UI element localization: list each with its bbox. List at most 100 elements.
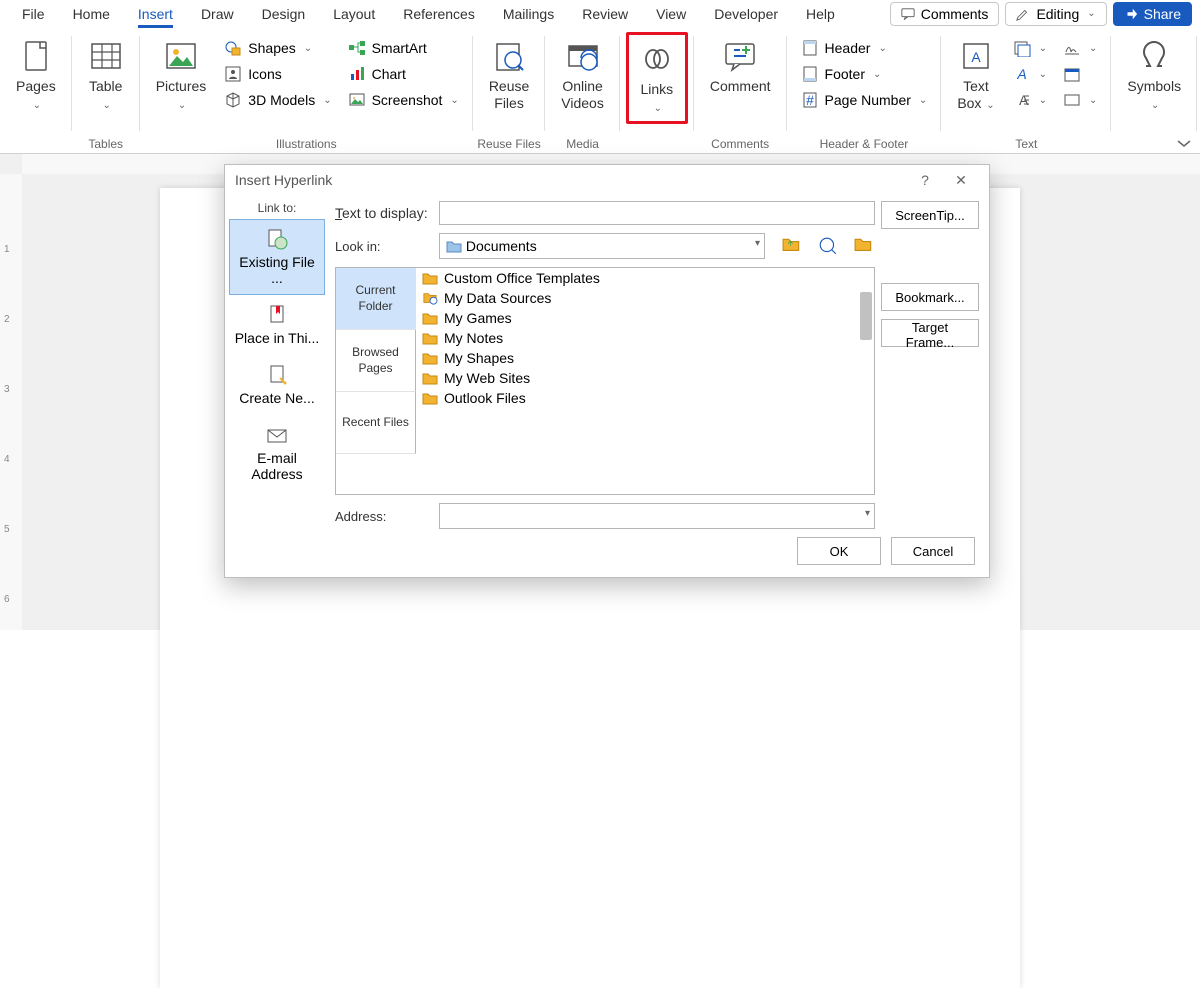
- page-icon: [18, 38, 54, 74]
- address-input[interactable]: ▾: [439, 503, 875, 529]
- browser-tab-recent-files[interactable]: Recent Files: [336, 392, 416, 454]
- share-button[interactable]: Share: [1113, 2, 1192, 26]
- group-label-reuse: Reuse Files: [473, 137, 545, 151]
- reuse-files-icon: [491, 38, 527, 74]
- reuse-files-button[interactable]: Reuse Files: [479, 32, 539, 118]
- browser-tab-browsed-pages[interactable]: Browsed Pages: [336, 330, 416, 392]
- group-label-text: Text: [941, 137, 1111, 151]
- share-icon: [1124, 7, 1138, 21]
- new-page-icon: [266, 364, 288, 386]
- ribbon: Pages⌄ Table⌄ Tables Pictures⌄ Shapes⌄ I…: [0, 28, 1200, 154]
- quick-parts-button[interactable]: ⌄: [1007, 36, 1053, 60]
- object-button[interactable]: ⌄: [1057, 88, 1103, 112]
- lookin-combo[interactable]: Documents ▾: [439, 233, 765, 259]
- pencil-icon: [1016, 7, 1030, 21]
- linkto-existing-file[interactable]: Existing File ...: [229, 219, 325, 295]
- list-item[interactable]: My Notes: [416, 328, 874, 348]
- table-button[interactable]: Table⌄: [78, 32, 134, 118]
- page-number-button[interactable]: #Page Number⌄: [795, 88, 934, 112]
- pictures-button[interactable]: Pictures⌄: [146, 32, 217, 118]
- text-to-display-input[interactable]: [439, 201, 875, 225]
- tab-design[interactable]: Design: [248, 2, 320, 26]
- scrollbar-thumb[interactable]: [860, 292, 872, 340]
- linkto-place-in-doc[interactable]: Place in Thi...: [229, 295, 325, 355]
- omega-icon: [1136, 38, 1172, 74]
- list-item[interactable]: My Web Sites: [416, 368, 874, 388]
- up-folder-button[interactable]: [781, 235, 803, 257]
- signature-button[interactable]: ⌄: [1057, 36, 1103, 60]
- ok-button[interactable]: OK: [797, 537, 881, 565]
- close-button[interactable]: ✕: [943, 172, 979, 189]
- comment-button[interactable]: Comment: [700, 32, 781, 101]
- list-item[interactable]: My Shapes: [416, 348, 874, 368]
- address-label: Address:: [335, 509, 431, 524]
- text-box-button[interactable]: Text Box ⌄: [947, 32, 1004, 118]
- tab-view[interactable]: View: [642, 2, 700, 26]
- header-button[interactable]: Header⌄: [795, 36, 934, 60]
- screenshot-button[interactable]: Screenshot⌄: [342, 88, 465, 112]
- linkto-label: Link to:: [258, 201, 297, 215]
- tab-help[interactable]: Help: [792, 2, 849, 26]
- globe-page-icon: [266, 228, 288, 250]
- lookin-label: Look in:: [335, 239, 431, 254]
- page-number-icon: #: [801, 91, 819, 109]
- tab-file[interactable]: File: [8, 2, 59, 26]
- dialog-titlebar[interactable]: Insert Hyperlink ? ✕: [225, 165, 989, 195]
- shapes-button[interactable]: Shapes⌄: [218, 36, 337, 60]
- icons-button[interactable]: Icons: [218, 62, 337, 86]
- target-frame-button[interactable]: Target Frame...: [881, 319, 979, 347]
- smartart-button[interactable]: SmartArt: [342, 36, 465, 60]
- tab-layout[interactable]: Layout: [319, 2, 389, 26]
- dropcap-icon: A: [1013, 91, 1031, 109]
- tab-developer[interactable]: Developer: [700, 2, 792, 26]
- header-icon: [801, 39, 819, 57]
- date-time-button[interactable]: [1057, 62, 1103, 86]
- wordart-button[interactable]: A⌄: [1007, 62, 1053, 86]
- folder-icon: [422, 271, 438, 285]
- list-item[interactable]: My Games: [416, 308, 874, 328]
- help-button[interactable]: ?: [907, 172, 943, 188]
- pages-button[interactable]: Pages⌄: [6, 32, 66, 118]
- tab-insert[interactable]: Insert: [124, 2, 187, 26]
- browse-web-button[interactable]: [817, 235, 839, 257]
- smartart-icon: [348, 39, 366, 57]
- tab-home[interactable]: Home: [59, 2, 124, 26]
- footer-button[interactable]: Footer⌄: [795, 62, 934, 86]
- folder-icon: [422, 331, 438, 345]
- tab-draw[interactable]: Draw: [187, 2, 248, 26]
- list-item[interactable]: Outlook Files: [416, 388, 874, 408]
- group-label-tables: Tables: [72, 137, 140, 151]
- group-label-hf: Header & Footer: [787, 137, 942, 151]
- online-videos-button[interactable]: Online Videos: [551, 32, 614, 118]
- comments-button[interactable]: Comments: [890, 2, 1000, 26]
- screenshot-icon: [348, 91, 366, 109]
- bookmark-button[interactable]: Bookmark...: [881, 283, 979, 311]
- list-item[interactable]: Custom Office Templates: [416, 268, 874, 288]
- list-item[interactable]: My Data Sources: [416, 288, 874, 308]
- links-button[interactable]: Links⌄: [626, 32, 688, 124]
- collapse-ribbon-button[interactable]: [1176, 137, 1192, 149]
- 3d-models-button[interactable]: 3D Models⌄: [218, 88, 337, 112]
- tab-references[interactable]: References: [389, 2, 489, 26]
- chevron-down-icon: ⌄: [1087, 8, 1095, 19]
- linkto-create-new[interactable]: Create Ne...: [229, 355, 325, 415]
- file-list[interactable]: Custom Office Templates My Data Sources …: [416, 268, 874, 494]
- tab-mailings[interactable]: Mailings: [489, 2, 568, 26]
- linkto-email[interactable]: E-mail Address: [229, 415, 325, 491]
- icons-icon: [224, 65, 242, 83]
- chart-button[interactable]: Chart: [342, 62, 465, 86]
- symbols-button[interactable]: Symbols⌄: [1117, 32, 1191, 118]
- screentip-button[interactable]: ScreenTip...: [881, 201, 979, 229]
- drop-cap-button[interactable]: A⌄: [1007, 88, 1053, 112]
- cancel-button[interactable]: Cancel: [891, 537, 975, 565]
- folder-icon: [422, 311, 438, 325]
- browse-file-button[interactable]: [853, 235, 875, 257]
- svg-text:A: A: [1016, 66, 1026, 82]
- tab-review[interactable]: Review: [568, 2, 642, 26]
- chevron-down-icon: ▾: [755, 238, 760, 249]
- browser-tab-current-folder[interactable]: Current Folder: [336, 268, 416, 330]
- menu-tabs: File Home Insert Draw Design Layout Refe…: [0, 0, 1200, 28]
- signature-icon: [1063, 39, 1081, 57]
- object-icon: [1063, 91, 1081, 109]
- editing-button[interactable]: Editing⌄: [1005, 2, 1106, 26]
